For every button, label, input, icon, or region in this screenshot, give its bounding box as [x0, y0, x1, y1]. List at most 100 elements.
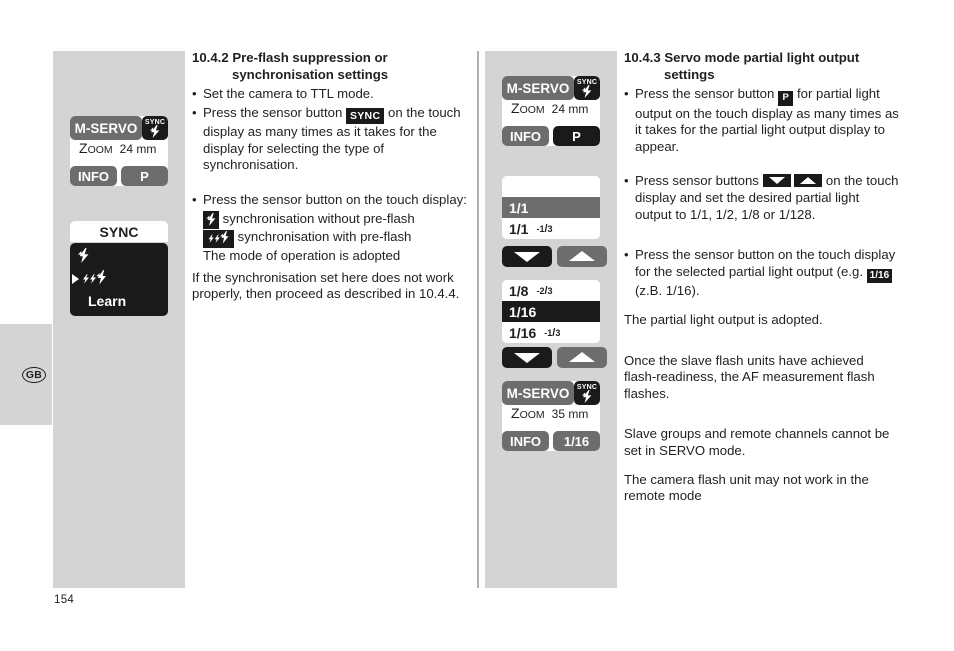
arrow-up-icon — [569, 352, 595, 362]
list-item-label: 1/16 — [509, 303, 537, 320]
arrow-down-key[interactable] — [502, 246, 552, 267]
mode-key-m-servo[interactable]: M-SERVO — [70, 116, 142, 140]
mode-key-p[interactable]: P — [121, 166, 168, 186]
arrow-up-key[interactable] — [557, 246, 607, 267]
arrow-keys-row-2 — [502, 347, 607, 368]
section-heading-line1: 10.4.3 Servo mode partial light output — [624, 50, 860, 65]
flash-bolt-icon — [203, 211, 219, 230]
option-with-preflash: synchronisation with pre-flash — [192, 229, 467, 249]
arrow-up-key[interactable] — [557, 347, 607, 368]
bullet-set-camera-ttl: Set the camera to TTL mode. — [192, 86, 467, 103]
lcd-bottom-row: INFO 1/16 — [502, 431, 600, 451]
list-item-sub: 3 — [547, 285, 553, 296]
list-item-sup: -1 — [544, 327, 553, 338]
arrow-down-icon — [768, 177, 785, 185]
column-divider — [477, 51, 479, 588]
paragraph-slave-groups: Slave groups and remote channels cannot … — [624, 426, 890, 458]
list-item-label: 1/16 — [509, 324, 537, 341]
bullet-text-before: Press the sensor button on the touch dis… — [635, 247, 896, 279]
list-item-sub: 3 — [555, 327, 561, 338]
list-item[interactable]: 1/16 — [502, 301, 600, 322]
selection-caret-icon — [72, 274, 79, 284]
sync-menu-item-without-preflash[interactable] — [70, 246, 168, 268]
list-item — [502, 176, 600, 197]
lcd-top-row: M-SERVO SYNC — [70, 116, 168, 140]
arrow-down-icon — [514, 252, 540, 262]
sync-menu-title: SYNC — [70, 221, 168, 242]
lcd-panel-sync-menu: SYNC Learn — [70, 221, 168, 316]
bullet-press-arrow-buttons: Press sensor buttons on the touch displa… — [624, 173, 899, 223]
list-item-label: 1/1 — [509, 199, 529, 216]
lcd-panel-servo-result: M-SERVO SYNC ZOOM 35 mm INFO 1/16 — [502, 381, 600, 451]
zoom-value: 24 mm — [119, 142, 157, 156]
bullet-confirm-partial-output: Press the sensor button on the touch dis… — [624, 247, 899, 300]
lcd-panel-servo-sync-right: M-SERVO SYNC ZOOM 24 mm INFO P — [502, 76, 600, 146]
p-badge-icon: P — [777, 91, 794, 106]
mode-key-p[interactable]: P — [553, 126, 600, 146]
sync-menu-item-learn[interactable]: Learn — [70, 290, 168, 312]
list-item[interactable]: 1/16 -1 / 3 — [502, 322, 600, 343]
flash-bolt-icon — [78, 248, 90, 266]
flash-bolt-icon — [581, 389, 593, 403]
sync-key[interactable]: SYNC — [142, 116, 168, 140]
section-heading-10-4-2: 10.4.2 Pre-flash suppression or synchron… — [192, 50, 467, 83]
arrow-down-badge-icon — [762, 174, 791, 188]
closing-paragraph: If the synchronisation set here does not… — [192, 269, 460, 302]
zoom-label: ZOOM — [79, 140, 113, 156]
section-heading-10-4-3: 10.4.3 Servo mode partial light output s… — [624, 50, 899, 83]
partial-output-badge-icon: 1/16 — [866, 268, 893, 284]
list-item-label: 1/8 — [509, 282, 529, 299]
arrow-keys-row-1 — [502, 246, 607, 267]
zoom-readout: ZOOM 24 mm — [502, 100, 600, 126]
sync-menu-body: Learn — [70, 243, 168, 316]
list-item[interactable]: 1/1 -1 / 3 — [502, 218, 600, 239]
lcd-bottom-row: INFO P — [70, 166, 168, 186]
mode-key-m-servo[interactable]: M-SERVO — [502, 381, 574, 405]
bullet-press-sensor-button: Press the sensor button on the touch dis… — [192, 192, 467, 209]
info-key[interactable]: INFO — [502, 126, 549, 146]
list-item[interactable]: 1/8 -2 / 3 — [502, 280, 600, 301]
bullet-text: Set the camera to TTL mode. — [203, 86, 374, 102]
option-without-preflash: synchronisation without pre-flash — [192, 211, 467, 230]
lcd-panel-servo-sync-left: M-SERVO SYNC ZOOM 24 mm INFO P — [70, 116, 168, 186]
section-heading-line1: 10.4.2 Pre-flash suppression or — [192, 50, 388, 65]
paragraph-flash-readiness: Once the slave flash units have achieved… — [624, 352, 875, 401]
language-badge: GB — [22, 367, 46, 383]
list-item-sub: 3 — [547, 223, 553, 234]
mode-key-m-servo[interactable]: M-SERVO — [502, 76, 574, 100]
list-item-sup: -1 — [536, 223, 545, 234]
arrow-down-key[interactable] — [502, 347, 552, 368]
zoom-label: ZOOM — [511, 405, 545, 421]
arrow-down-icon — [514, 353, 540, 363]
bullet-text-before: Press the sensor button — [635, 86, 775, 102]
option-text: synchronisation without pre-flash — [222, 210, 415, 226]
flash-bolt-icon — [149, 124, 161, 138]
text-column-left: 10.4.2 Pre-flash suppression or synchron… — [192, 50, 467, 305]
lcd-panel-partial-output-1-1: 1/1 1/1 -1 / 3 — [502, 176, 600, 239]
sync-key[interactable]: SYNC — [574, 76, 600, 100]
info-key[interactable]: INFO — [70, 166, 117, 186]
info-key[interactable]: INFO — [502, 431, 549, 451]
zoom-readout: ZOOM 35 mm — [502, 405, 600, 431]
page-number: 154 — [54, 594, 75, 606]
zoom-value: 24 mm — [551, 102, 589, 116]
sync-menu-item-with-preflash[interactable] — [70, 268, 168, 290]
section-heading-line2: synchronisation settings — [232, 66, 389, 82]
sync-key[interactable]: SYNC — [574, 381, 600, 405]
zoom-value: 35 mm — [551, 407, 589, 421]
list-item[interactable]: 1/1 — [502, 197, 600, 218]
section-heading-line2: settings — [664, 66, 715, 82]
flash-bolt-icon — [581, 84, 593, 98]
bullet-text-before: Press sensor buttons — [635, 173, 759, 189]
list-item-sup: -2 — [536, 285, 545, 296]
lcd-top-row: M-SERVO SYNC — [502, 381, 600, 405]
arrow-up-icon — [569, 251, 595, 261]
list-item-label: 1/1 — [509, 220, 529, 237]
partial-output-key[interactable]: 1/16 — [553, 431, 600, 451]
